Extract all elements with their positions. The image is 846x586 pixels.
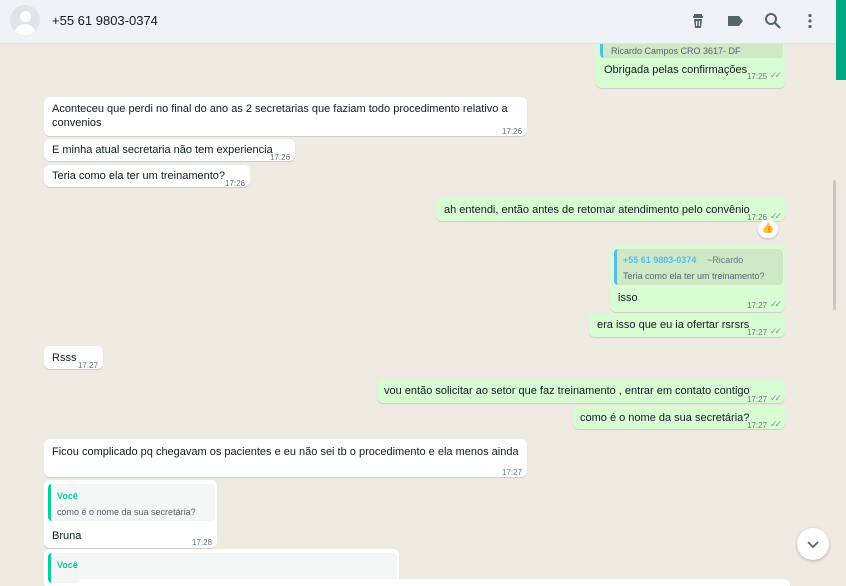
quoted-author-nickname: ~Ricardo	[707, 255, 744, 265]
quoted-message[interactable]: +55 61 9803-0374 ~Ricardo Teria como ela…	[614, 249, 783, 285]
message-incoming[interactable]: Teria como ela ter um treinamento? 17:26	[44, 165, 250, 188]
message-incoming[interactable]: Você como é o nome da sua secretária? Br…	[44, 480, 217, 548]
message-text: ah entendi, então antes de retomar atend…	[444, 204, 750, 216]
message-time: 17:27	[747, 301, 768, 310]
message-text: Rsss	[52, 352, 77, 364]
message-time: 17:28	[192, 538, 213, 547]
read-ticks-icon: ✓✓	[770, 299, 782, 309]
message-text: E minha atual secretaria não tem experie…	[52, 144, 273, 156]
message-text: Bruna	[52, 530, 82, 542]
message-outgoing[interactable]: era isso que eu ia ofertar rsrsrs 17:27 …	[589, 314, 785, 337]
scrollbar-thumb[interactable]	[833, 180, 836, 310]
message-text-line: Aconteceu que perdi no final do ano as 2…	[52, 103, 508, 115]
message-outgoing[interactable]: ah entendi, então antes de retomar atend…	[436, 198, 785, 222]
read-ticks-icon: ✓✓	[770, 70, 782, 80]
message-time: 17:26	[225, 179, 246, 188]
message-incoming[interactable]: Ficou complicado pq chegavam os paciente…	[44, 439, 527, 477]
message-text: era isso que eu ia ofertar rsrsrs	[597, 319, 750, 331]
trash-icon[interactable]	[688, 11, 708, 31]
message-text: vou então solicitar ao setor que faz tre…	[384, 385, 750, 397]
quoted-text: como é o nome da sua secretária?	[57, 507, 196, 517]
message-text: Teria como ela ter um treinamento?	[52, 170, 226, 182]
read-ticks-icon: ✓✓	[770, 419, 782, 429]
message-text: como é o nome da sua secretária?	[580, 412, 750, 424]
thumbs-up-reaction-icon[interactable]: 👍	[758, 220, 778, 238]
quoted-author: Você	[57, 560, 78, 570]
menu-dots-icon[interactable]	[800, 11, 820, 31]
quoted-text: Teria como ela ter um treinamento?	[623, 271, 765, 281]
message-outgoing[interactable]: vou então solicitar ao setor que faz tre…	[377, 380, 785, 404]
scroll-down-button[interactable]	[797, 528, 829, 560]
message-incoming[interactable]: Rsss 17:27	[44, 346, 103, 370]
quoted-author: +55 61 9803-0374	[623, 255, 697, 265]
compose-bar[interactable]	[78, 579, 790, 586]
message-time: 17:26	[502, 127, 523, 136]
search-icon[interactable]	[763, 11, 783, 31]
contact-name[interactable]: +55 61 9803-0374	[52, 13, 158, 28]
message-text: isso	[618, 292, 638, 304]
chevron-down-icon	[807, 541, 819, 549]
message-incoming[interactable]: Aconteceu que perdi no final do ano as 2…	[44, 97, 527, 136]
chat-header: +55 61 9803-0374	[0, 0, 836, 44]
message-outgoing[interactable]: como é o nome da sua secretária? 17:27 ✓…	[573, 406, 785, 430]
message-text-line: convenios	[52, 117, 102, 129]
message-time: 17:27	[78, 361, 99, 370]
message-text: Ficou complicado pq chegavam os paciente…	[52, 446, 519, 458]
message-time: 17:26	[270, 153, 291, 162]
quoted-message[interactable]: Ricardo Campos CRO 3617- DF	[600, 44, 783, 58]
message-time: 17:27	[747, 421, 768, 430]
message-time: 17:27	[747, 328, 768, 337]
read-ticks-icon: ✓✓	[770, 326, 782, 336]
label-icon[interactable]	[725, 11, 745, 31]
read-ticks-icon: ✓✓	[770, 393, 782, 403]
message-time: 17:27	[747, 395, 768, 404]
message-time: 17:25	[747, 72, 768, 81]
scrollbar-track[interactable]	[836, 0, 846, 80]
message-outgoing[interactable]: +55 61 9803-0374 ~Ricardo Teria como ela…	[610, 245, 785, 312]
quoted-author: Você	[57, 491, 78, 501]
contact-avatar[interactable]	[10, 5, 40, 35]
quoted-text: Ricardo Campos CRO 3617- DF	[611, 46, 741, 56]
message-incoming[interactable]: E minha atual secretaria não tem experie…	[44, 139, 295, 162]
message-outgoing[interactable]: Ricardo Campos CRO 3617- DF Obrigada pel…	[596, 44, 785, 88]
message-list[interactable]: Ricardo Campos CRO 3617- DF Obrigada pel…	[0, 44, 836, 586]
quoted-message[interactable]: Você como é o nome da sua secretária?	[48, 484, 215, 521]
message-text: Obrigada pelas confirmações	[604, 64, 748, 76]
message-time: 17:27	[502, 468, 523, 477]
